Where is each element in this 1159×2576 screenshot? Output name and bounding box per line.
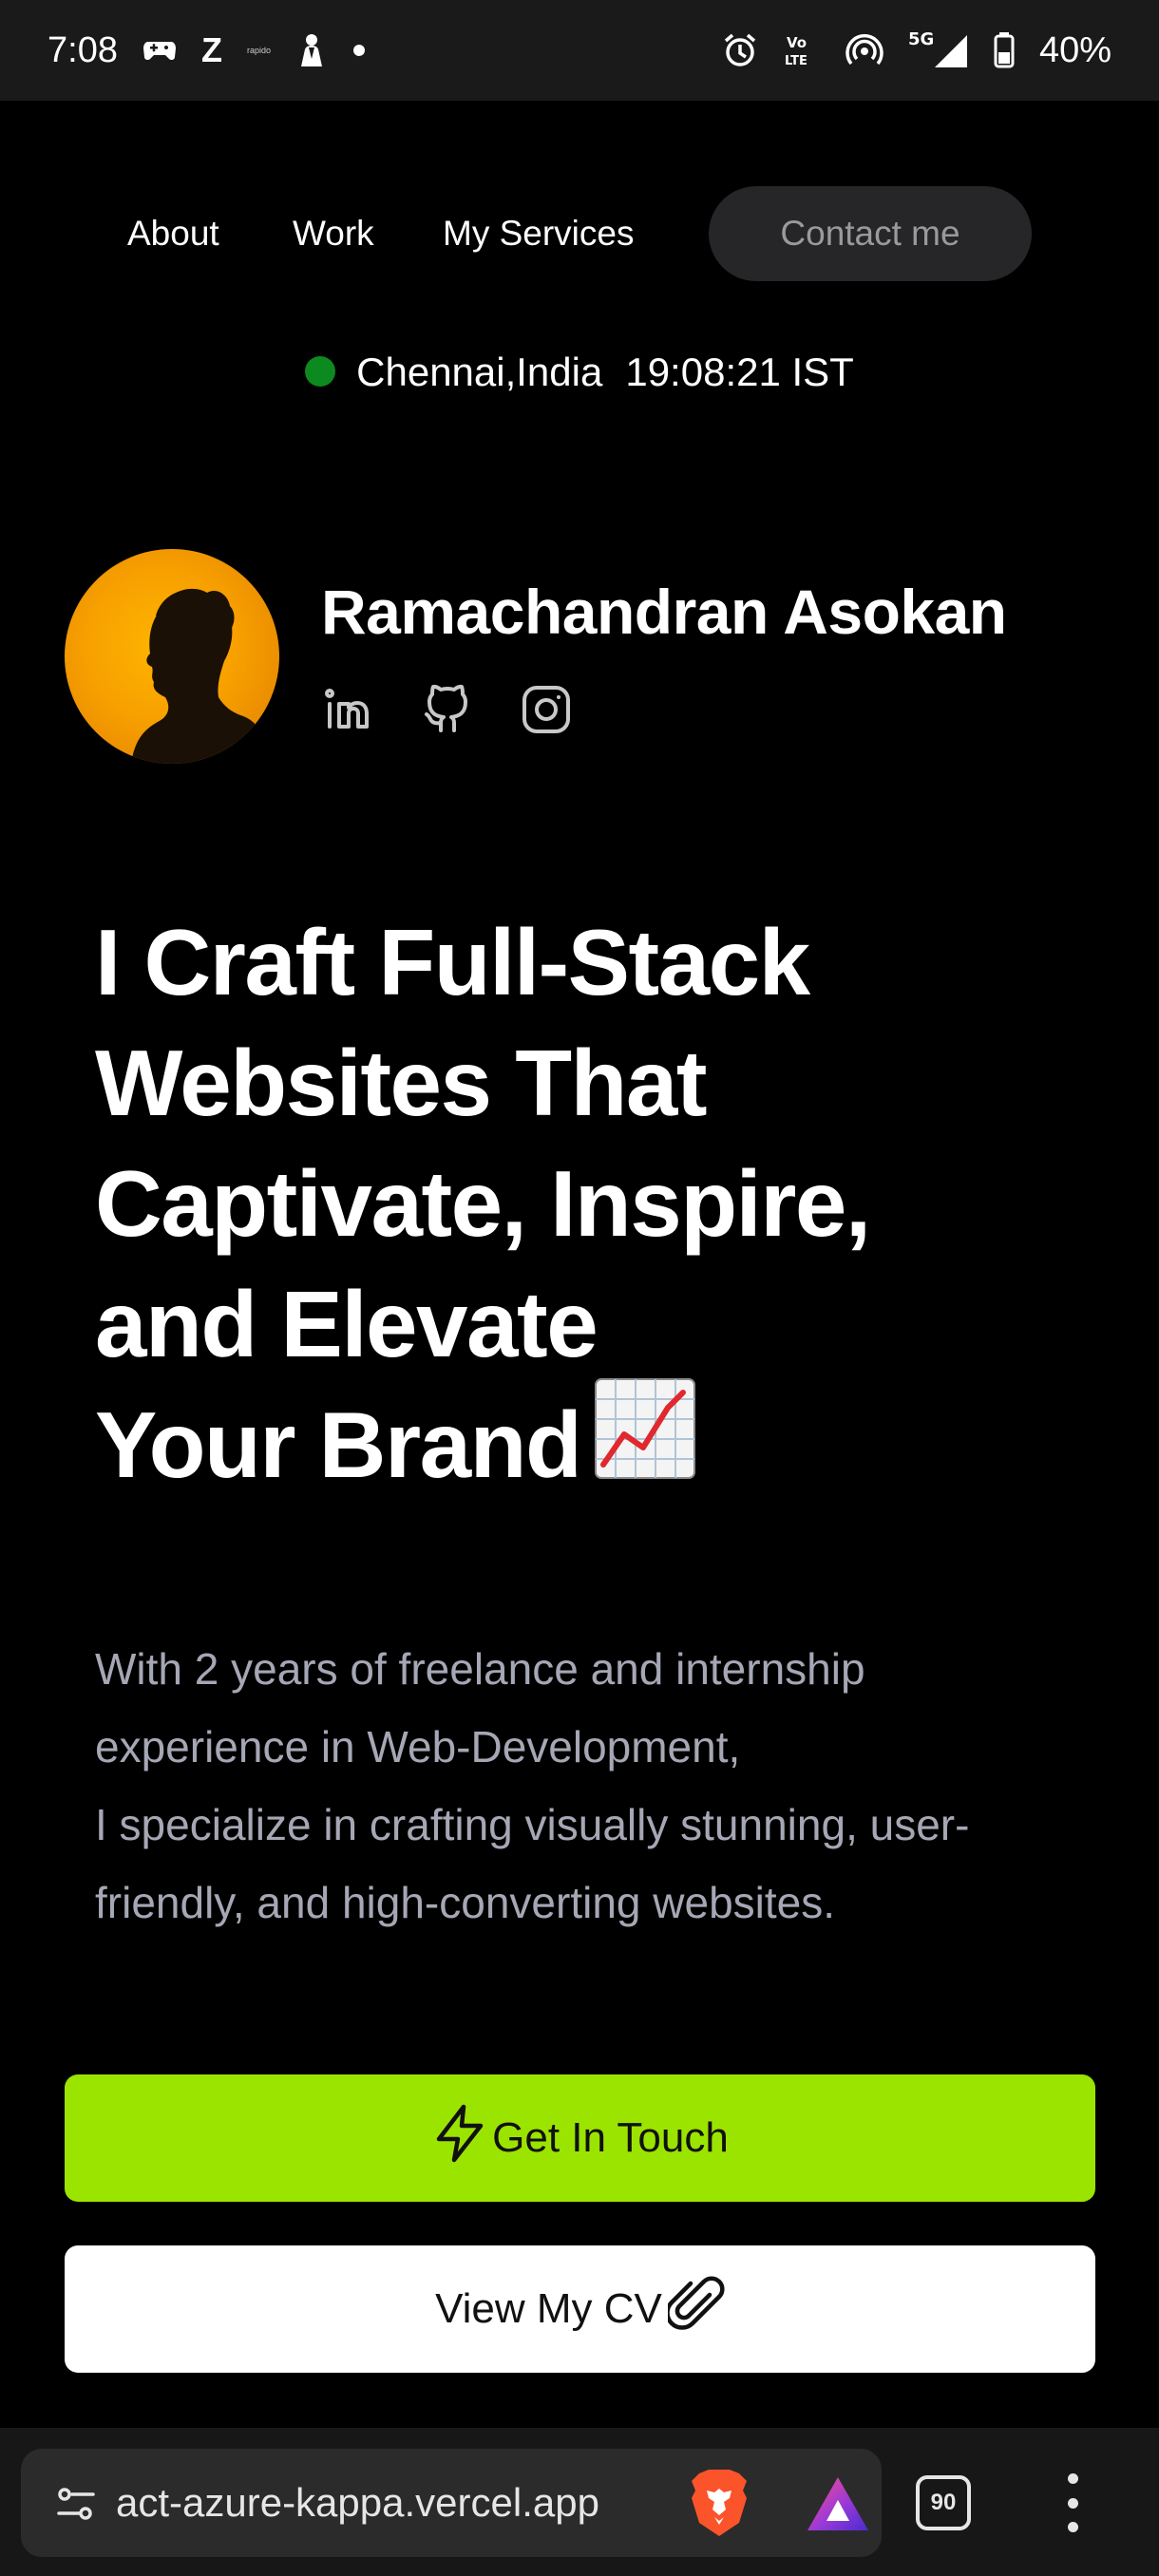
location-status: Chennai,India 19:08:21 IST — [0, 350, 1159, 395]
portfolio-page: About Work My Services Contact me Chenna… — [0, 101, 1159, 2428]
browser-toolbar: act-azure-kappa.vercel.app 90 — [0, 2428, 1159, 2576]
signal-icon: 5G — [908, 31, 969, 69]
chart-increasing-icon — [592, 1375, 698, 1510]
status-left: 7:08 Z rapido — [48, 30, 366, 71]
github-icon[interactable] — [420, 682, 475, 737]
clock: 7:08 — [48, 29, 118, 70]
local-time: 19:08:21 IST — [625, 350, 854, 394]
battery-percentage: 40% — [1038, 29, 1112, 70]
hero-line-last: Your Brand — [95, 1378, 1064, 1520]
get-in-touch-button[interactable]: Get In Touch — [65, 2074, 1095, 2202]
linkedin-icon[interactable] — [321, 682, 376, 737]
svg-text:Vo: Vo — [787, 34, 807, 51]
nav-link-work[interactable]: Work — [293, 186, 374, 281]
address-bar[interactable]: act-azure-kappa.vercel.app — [21, 2449, 882, 2557]
tab-switcher-button[interactable]: 90 — [916, 2475, 971, 2530]
more-notifications-dot-icon — [352, 44, 366, 57]
paperclip-icon — [665, 2274, 725, 2345]
battery-icon — [994, 32, 1015, 68]
availability-dot-icon — [305, 355, 336, 387]
view-cv-label: View My CV — [435, 2285, 662, 2332]
hero-line: I Craft Full-Stack — [95, 910, 810, 1014]
intro-line: With 2 years of freelance and internship — [95, 1644, 865, 1694]
get-in-touch-label: Get In Touch — [492, 2114, 729, 2161]
intro-paragraph: With 2 years of freelance and internship… — [95, 1630, 1083, 1941]
intro-line: I specialize in crafting visually stunni… — [95, 1800, 970, 1849]
gamepad-notification-icon — [142, 36, 177, 65]
location-place: Chennai,India — [356, 350, 603, 394]
hotspot-icon — [846, 32, 884, 68]
person-notification-icon — [295, 32, 328, 68]
brave-shields-icon[interactable] — [686, 2468, 752, 2538]
hero-line: Websites That — [95, 1031, 708, 1135]
zomato-notification-icon: Z — [200, 30, 222, 69]
rapido-notification-icon: rapido — [246, 46, 271, 55]
profile-name: Ramachandran Asokan — [321, 577, 1007, 647]
svg-text:5G: 5G — [908, 31, 934, 49]
contact-me-button[interactable]: Contact me — [709, 186, 1032, 281]
nav-link-about[interactable]: About — [127, 186, 219, 281]
hero-line: Your Brand — [95, 1392, 582, 1497]
avatar — [65, 549, 279, 764]
status-bar: 7:08 Z rapido Vo LTE 5G 40% — [0, 0, 1159, 101]
instagram-icon[interactable] — [519, 682, 574, 737]
overflow-menu-icon[interactable] — [1056, 2473, 1089, 2532]
volte-icon: Vo LTE — [783, 32, 821, 68]
hero-line: Captivate, Inspire, — [95, 1151, 871, 1256]
intro-line: experience in Web-Development, — [95, 1722, 741, 1771]
brave-rewards-icon[interactable] — [806, 2475, 870, 2532]
hero-headline: I Craft Full-Stack Websites That Captiva… — [95, 902, 1064, 1520]
site-settings-icon[interactable] — [55, 2483, 97, 2525]
nav-link-my-services[interactable]: My Services — [443, 186, 634, 281]
lightning-icon — [431, 2103, 488, 2174]
status-right: Vo LTE 5G 40% — [722, 30, 1112, 71]
svg-text:LTE: LTE — [785, 54, 808, 68]
url-text[interactable]: act-azure-kappa.vercel.app — [116, 2449, 667, 2557]
silhouette-portrait-image — [131, 588, 272, 764]
top-navigation: About Work My Services Contact me — [0, 186, 1159, 281]
intro-line: friendly, and high-converting websites. — [95, 1878, 836, 1927]
hero-line: and Elevate — [95, 1272, 598, 1376]
social-links — [321, 682, 574, 737]
alarm-icon — [722, 32, 758, 68]
view-cv-button[interactable]: View My CV — [65, 2245, 1095, 2373]
